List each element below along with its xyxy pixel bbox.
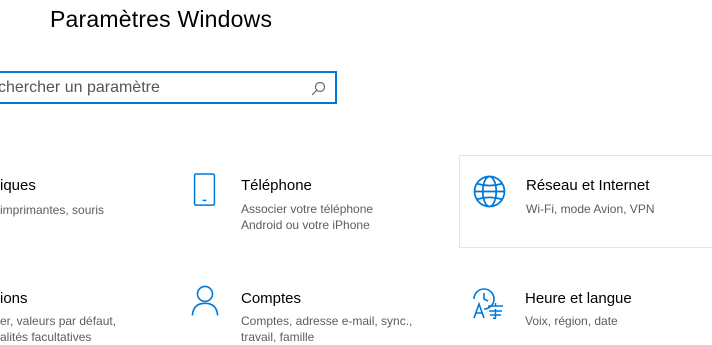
tile-apps[interactable]: ions er, valeurs par défaut, alités facu… xyxy=(0,275,170,345)
tile-phone[interactable]: Téléphone Associer votre téléphone Andro… xyxy=(180,160,450,250)
tile-devices[interactable]: iques imprimantes, souris xyxy=(0,160,170,250)
search-icon[interactable] xyxy=(310,81,326,97)
tile-accounts[interactable]: Comptes Comptes, adresse e-mail, sync., … xyxy=(180,275,450,345)
tile-name: Comptes xyxy=(241,290,302,307)
person-icon xyxy=(191,285,219,316)
tile-description-line2: Android ou votre iPhone xyxy=(241,218,370,232)
tile-name: Téléphone xyxy=(241,177,312,194)
tile-network[interactable]: Réseau et Internet Wi-Fi, mode Avion, VP… xyxy=(459,155,712,248)
time-language-icon xyxy=(473,288,503,319)
tile-name: Heure et langue xyxy=(525,290,632,307)
tile-name: Réseau et Internet xyxy=(526,177,650,194)
tile-description-line1: er, valeurs par défaut, xyxy=(0,314,117,328)
tile-name: ions xyxy=(0,290,28,307)
tile-description: Wi-Fi, mode Avion, VPN xyxy=(526,202,655,216)
tile-name: iques xyxy=(0,177,36,194)
tile-description-line1: Comptes, adresse e-mail, sync., xyxy=(241,314,413,328)
search-box[interactable] xyxy=(0,71,337,104)
globe-icon xyxy=(473,175,506,208)
search-input[interactable] xyxy=(0,78,288,97)
tile-time-language[interactable]: Heure et langue Voix, région, date xyxy=(459,275,712,345)
tile-description-line2: travail, famille xyxy=(241,330,315,344)
settings-title: Paramètres Windows xyxy=(50,6,273,32)
tile-description-line2: alités facultatives xyxy=(0,330,92,344)
phone-icon xyxy=(193,173,216,206)
tile-description: imprimantes, souris xyxy=(0,203,105,217)
tile-description-line1: Associer votre téléphone xyxy=(241,202,374,216)
tile-description: Voix, région, date xyxy=(525,314,618,328)
